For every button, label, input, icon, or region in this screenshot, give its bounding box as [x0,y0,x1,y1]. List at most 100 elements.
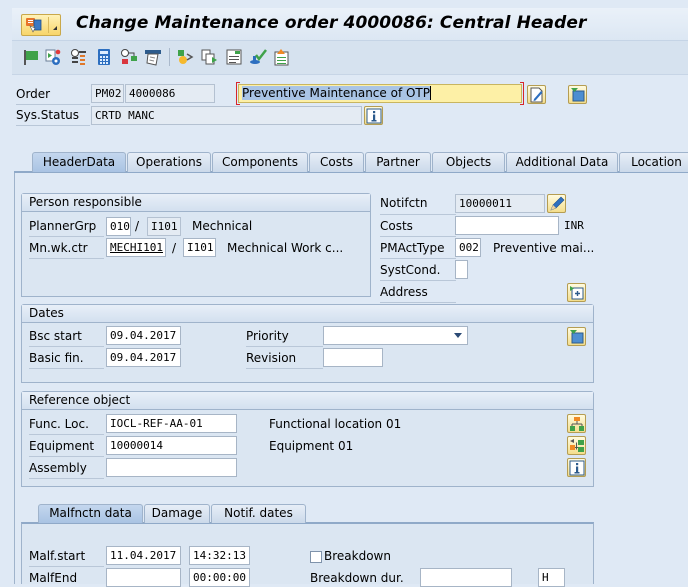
group-title: Dates [22,305,593,323]
page-title: Change Maintenance order 4000086: Centra… [76,13,587,33]
dates-detail-button[interactable] [567,327,586,346]
basic-finish-input[interactable]: 09.04.2017 [106,348,181,367]
toolbar-separator [169,48,170,66]
costs-label: Costs [380,219,456,237]
subtab-damage[interactable]: Damage [144,504,210,523]
tree-structure-icon [570,439,584,452]
required-marker-right [520,82,524,105]
breakdown-unit-input[interactable]: H [538,568,565,587]
malfunction-end-label: MalfEnd [29,571,78,585]
planner-plant-field: I101 [147,217,181,236]
address-expand-icon [570,286,584,300]
group-title: Person responsible [22,194,370,212]
work-center-plant-input[interactable]: I101 [183,238,216,257]
system-condition-label: SystCond. [380,263,456,281]
address-label: Address [380,285,456,303]
flag-icon[interactable] [22,48,40,66]
malfunction-start-label: Malf.start [29,549,104,567]
malfunction-start-date-input[interactable]: 11.04.2017 [106,546,181,565]
subtab-notif-dates[interactable]: Notif. dates [211,504,306,523]
pm-activity-type-label: PMActType [380,241,456,259]
application-toolbar [12,41,688,75]
revision-label: Revision [246,351,323,369]
functional-location-label: Func. Loc. [29,417,104,435]
revision-input[interactable] [323,348,383,367]
separator: / [135,219,140,233]
currency: INR [564,219,584,232]
notification-label: Notifctn [380,196,456,215]
work-center-input[interactable]: MECHI101 [106,238,166,257]
functional-location-input[interactable]: IOCL-REF-AA-01 [106,414,237,433]
chevron-down-icon[interactable] [48,17,59,33]
order-description-input[interactable]: Preventive Maintenance of OTP [238,84,522,103]
info-icon [366,108,382,124]
priority-select[interactable] [323,326,468,345]
order-type-field: PM02 [91,84,124,103]
upload-document-icon[interactable] [273,48,291,66]
tab-components[interactable]: Components [212,152,308,172]
separator: / [172,241,177,255]
process-icon[interactable] [176,48,194,66]
functional-location-description: Functional location 01 [269,417,402,431]
planner-group-label: PlannerGrp [29,219,104,237]
info-icon [569,460,585,476]
planner-group-description: Mechnical [192,219,253,233]
status-info-button[interactable] [364,106,383,125]
tab-partner[interactable]: Partner [365,152,431,172]
equipment-input[interactable]: 10000014 [106,436,237,455]
settings-gear-icon[interactable] [44,48,62,66]
document-icon[interactable] [225,48,243,66]
transfer-icon[interactable] [120,48,138,66]
header-detail-button[interactable] [568,85,587,104]
breakdown-label: Breakdown [324,549,391,563]
address-button[interactable] [567,283,586,302]
sys-status-label: Sys.Status [16,108,90,126]
assembly-label: Assembly [29,461,104,479]
expand-screen-icon [571,88,585,102]
chevron-down-icon[interactable] [454,333,462,338]
structure-list-button[interactable] [567,436,586,455]
edit-document-icon [530,87,543,103]
required-marker-left [236,82,240,105]
pm-activity-type-input[interactable]: 002 [455,238,481,257]
assembly-input[interactable] [106,458,237,477]
breakdown-duration-input[interactable] [420,568,512,587]
print-icon[interactable] [144,48,162,66]
tab-objects[interactable]: Objects [432,152,505,172]
structure-display-button[interactable] [567,414,586,433]
calculator-icon[interactable] [95,48,113,66]
malfunction-end-time-input[interactable]: 00:00:00 [189,568,250,587]
hierarchy-icon [570,417,584,431]
system-menu-icon [26,18,42,33]
basic-start-input[interactable]: 09.04.2017 [106,326,181,345]
list-icon[interactable] [70,48,88,66]
malfunction-start-time-input[interactable]: 14:32:13 [189,546,250,565]
tab-costs[interactable]: Costs [309,152,364,172]
approve-icon[interactable] [249,48,267,66]
reference-info-button[interactable] [567,458,586,477]
malfunction-end-date-input[interactable] [106,568,181,587]
order-label: Order [16,87,90,105]
notification-field: 10000011 [455,194,545,213]
system-menu-button[interactable] [21,14,61,36]
tab-operations[interactable]: Operations [127,152,211,172]
tab-location[interactable]: Location [619,152,688,172]
equipment-description: Equipment 01 [269,439,354,453]
basic-start-label: Bsc start [29,329,104,347]
basic-finish-label: Basic fin. [29,351,104,369]
breakdown-checkbox[interactable] [310,551,322,563]
planner-group-input[interactable]: 010 [106,217,131,236]
pm-activity-type-description: Preventive mai... [493,241,595,255]
subtab-malfunction-data[interactable]: Malfnctn data [38,504,143,523]
order-number-field: 4000086 [125,84,215,103]
work-center-label: Mn.wk.ctr [29,241,104,259]
costs-input[interactable] [455,216,559,235]
tab-additional-data[interactable]: Additional Data [506,152,618,172]
tab-headerdata[interactable]: HeaderData [32,152,126,172]
copy-icon[interactable] [200,48,218,66]
group-title: Reference object [22,392,593,410]
expand-screen-icon [570,330,584,344]
notification-edit-button[interactable] [547,194,566,213]
system-condition-input[interactable] [455,260,468,279]
long-text-button[interactable] [527,85,546,104]
